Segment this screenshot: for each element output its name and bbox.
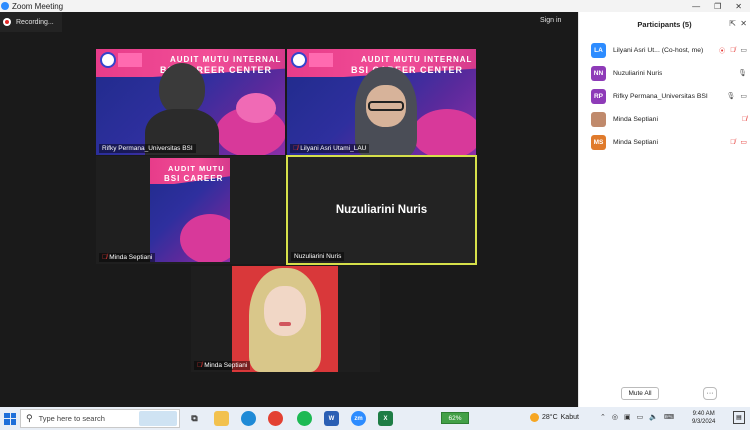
- volume-icon[interactable]: 🔈: [649, 413, 658, 421]
- mute-all-button[interactable]: Mute All: [621, 387, 659, 400]
- file-explorer-icon[interactable]: [214, 411, 229, 426]
- video-tile-minda-screen[interactable]: AUDIT MUTU BSI CAREER 🎙̸ Minda Septiani: [96, 156, 285, 264]
- camera-icon[interactable]: ▭: [740, 92, 747, 100]
- record-icon: [3, 18, 11, 26]
- participant-video-image: [145, 63, 219, 155]
- tile-name-label: Rifky Permana_Universitas BSI: [99, 144, 196, 153]
- maximize-button[interactable]: ❐: [714, 2, 721, 11]
- university-logo-icon: [100, 52, 116, 68]
- participant-video-image: [351, 67, 421, 155]
- zoom-icon[interactable]: zm: [351, 411, 366, 426]
- more-options-button[interactable]: ···: [703, 387, 717, 400]
- weather-widget[interactable]: 28°C Kabut: [530, 413, 579, 422]
- mic-muted-icon[interactable]: 🎙̸: [742, 116, 747, 123]
- camera-icon[interactable]: ▭: [740, 46, 747, 54]
- window-title: Zoom Meeting: [12, 1, 64, 11]
- weather-sun-icon: [530, 413, 539, 422]
- video-tile-minda-camera[interactable]: 🎙̸ Minda Septiani: [191, 266, 380, 372]
- video-tile-lilyani[interactable]: AUDIT MUTU INTERNAL BSI CAREER CENTER 🎙̸…: [287, 49, 476, 155]
- mic-muted-icon: 🎙̸: [197, 362, 203, 369]
- wifi-icon[interactable]: ◎: [612, 413, 618, 421]
- mic-icon[interactable]: 🎙: [738, 69, 747, 77]
- taskbar-search-input[interactable]: ⚲ Type here to search: [20, 409, 180, 428]
- sign-in-button[interactable]: Sign in: [540, 17, 561, 24]
- video-tile-nuzuliarini[interactable]: Nuzuliarini Nuris Nuzuliarini Nuris: [286, 155, 477, 265]
- participant-video-image: [264, 286, 306, 336]
- chrome-icon[interactable]: [268, 411, 283, 426]
- edge-icon[interactable]: [241, 411, 256, 426]
- video-tile-rifky[interactable]: AUDIT MUTU INTERNAL BSI CAREER CENTER Ri…: [96, 49, 285, 155]
- recording-indicator[interactable]: Recording...: [0, 12, 62, 32]
- task-view-icon[interactable]: ⧉: [187, 411, 202, 426]
- minimize-button[interactable]: —: [692, 2, 700, 11]
- windows-taskbar: ⚲ Type here to search ⧉ W zm X 62% 28°C …: [0, 407, 750, 430]
- notification-icon[interactable]: ▤: [733, 411, 745, 424]
- window-titlebar: Zoom Meeting — ❐ ✕: [0, 0, 750, 12]
- avatar: MS: [591, 134, 606, 150]
- chevron-up-icon[interactable]: ⌃: [600, 413, 606, 421]
- tile-name-label: 🎙̸ Minda Septiani: [99, 253, 156, 262]
- avatar: RP: [591, 88, 606, 104]
- meeting-video-area: Recording... Sign in AUDIT MUTU INTERNAL…: [0, 12, 578, 407]
- popout-icon[interactable]: ⇱: [729, 19, 736, 28]
- keyboard-icon[interactable]: ⌨: [664, 413, 674, 421]
- avatar-photo: [591, 111, 606, 127]
- taskbar-clock[interactable]: 9:40 AM 9/3/2024: [692, 410, 715, 426]
- participant-row[interactable]: Minda Septiani 🎙̸: [591, 111, 750, 127]
- spotify-icon[interactable]: [297, 411, 312, 426]
- avatar: NN: [591, 65, 606, 81]
- tile-name-label: 🎙̸ Lilyani Asri Utami_LAU: [290, 144, 370, 153]
- camera-off-icon[interactable]: ▭: [740, 138, 747, 146]
- participant-row[interactable]: LA Lilyani Asri Ut... (Co-host, me) ⦿ 🎙̸…: [591, 42, 750, 58]
- battery-indicator[interactable]: 62%: [441, 412, 469, 424]
- participant-row[interactable]: MS Minda Septiani 🎙̸ ▭: [591, 134, 750, 150]
- recording-icon: ⦿: [719, 48, 726, 55]
- participants-panel: Participants (5) ⇱ ✕ LA Lilyani Asri Ut.…: [578, 12, 750, 407]
- system-tray: ⌃ ◎ ▣ ▭ 🔈 ⌨: [600, 413, 674, 421]
- search-highlight-image: [139, 411, 177, 426]
- avatar: LA: [591, 42, 606, 58]
- participants-title: Participants (5): [637, 20, 692, 29]
- participant-row[interactable]: RP Rifky Permana_Universitas BSI 🎙 ▭: [591, 88, 750, 104]
- battery-icon[interactable]: ▭: [637, 413, 644, 421]
- mic-muted-icon[interactable]: 🎙̸: [730, 47, 735, 54]
- mic-muted-icon: 🎙̸: [293, 145, 299, 152]
- tile-name-label: 🎙̸ Minda Septiani: [194, 361, 251, 370]
- close-button[interactable]: ✕: [735, 2, 742, 11]
- mic-muted-icon[interactable]: 🎙̸: [730, 139, 735, 146]
- university-logo-icon: [291, 52, 307, 68]
- search-icon: ⚲: [26, 413, 33, 423]
- recording-label: Recording...: [16, 18, 54, 26]
- tile-name-label: Nuzuliarini Nuris: [291, 252, 345, 261]
- participant-row[interactable]: NN Nuzuliarini Nuris 🎙: [591, 65, 750, 81]
- zoom-app-icon: [1, 2, 9, 10]
- mic-icon[interactable]: 🎙: [726, 92, 735, 100]
- windows-start-icon[interactable]: [4, 412, 16, 425]
- display-icon[interactable]: ▣: [624, 413, 631, 421]
- close-panel-icon[interactable]: ✕: [740, 19, 747, 28]
- participant-display-name: Nuzuliarini Nuris: [335, 204, 428, 216]
- mic-muted-icon: 🎙̸: [102, 254, 108, 261]
- word-icon[interactable]: W: [324, 411, 339, 426]
- excel-icon[interactable]: X: [378, 411, 393, 426]
